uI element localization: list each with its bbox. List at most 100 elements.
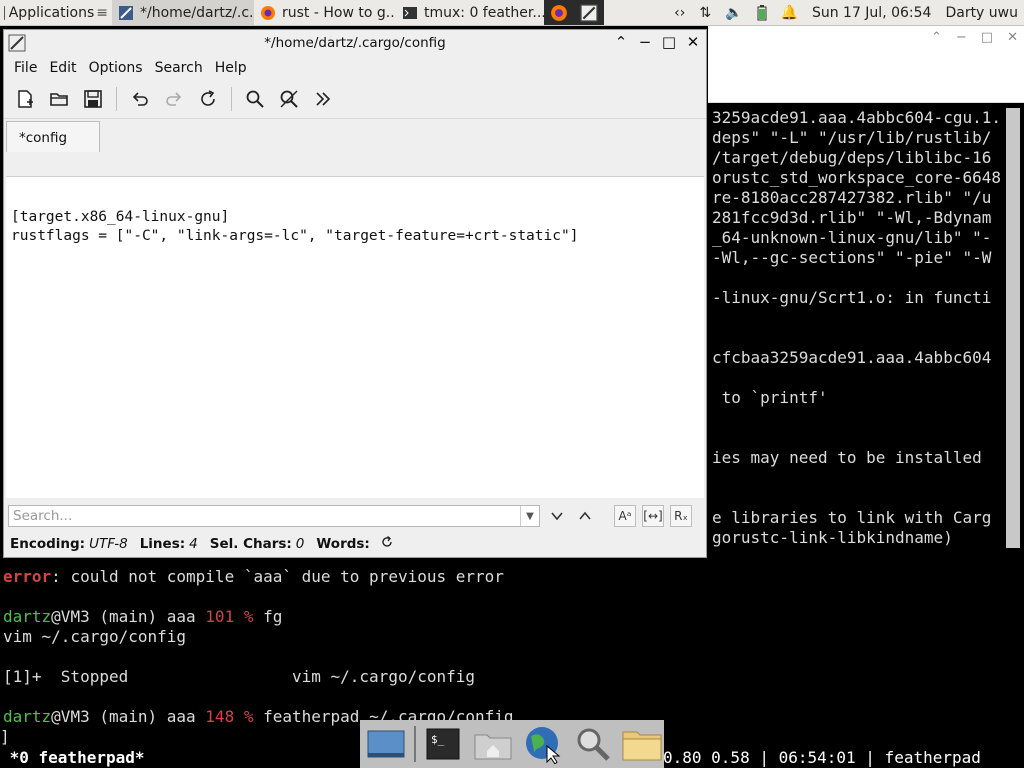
applications-logo-icon: [4, 5, 5, 20]
task-featherpad[interactable]: */home/dartz/.c...: [112, 0, 254, 25]
firefox-icon: [551, 4, 567, 21]
undo-icon: [132, 92, 148, 106]
sel-chars-value: 0: [295, 536, 305, 552]
new-file-button[interactable]: [12, 86, 38, 112]
refresh-words-button[interactable]: [380, 535, 394, 553]
dock-search[interactable]: [571, 722, 615, 766]
match-case-button[interactable]: Aᵃ: [614, 505, 636, 527]
menu-search[interactable]: Search: [149, 60, 209, 76]
open-file-button[interactable]: [46, 86, 72, 112]
dock-terminal[interactable]: $_: [422, 722, 466, 766]
user-name[interactable]: Darty uwu: [945, 5, 1018, 21]
network-icon[interactable]: ⇅: [699, 5, 711, 21]
task-terminal[interactable]: tmux: 0 feather...: [396, 0, 544, 25]
magnifier-icon: [577, 728, 610, 761]
dock-show-desktop[interactable]: [364, 722, 408, 766]
task-firefox[interactable]: rust - How to g...: [254, 0, 396, 25]
more-button[interactable]: [310, 86, 336, 112]
terminal-line: cfcbaa3259acde91.aaa.4abbc604: [712, 348, 992, 367]
firefox-icon: [261, 5, 275, 20]
notification-bell-icon[interactable]: 🔔: [781, 5, 798, 21]
featherpad-icon: [119, 5, 133, 20]
search-input[interactable]: [9, 508, 520, 524]
regex-button[interactable]: Rₓ: [670, 505, 692, 527]
launcher-featherpad[interactable]: [574, 0, 604, 25]
search-bar: ▼ Aᵃ [↔] Rₓ: [6, 501, 704, 531]
tmux-window-label[interactable]: *0 featherpad*: [0, 748, 145, 767]
top-panel: Applications ≡ */home/dartz/.c... rust -…: [0, 0, 1024, 26]
applications-menu[interactable]: Applications ≡: [0, 0, 112, 25]
minimize-icon[interactable]: −: [956, 30, 967, 45]
shade-button[interactable]: ⌃: [612, 32, 630, 52]
menu-handle-icon: ≡: [96, 4, 108, 21]
whole-word-icon: [↔]: [643, 509, 663, 523]
folder-open-icon: [50, 93, 68, 106]
window-title: */home/dartz/.cargo/config: [264, 35, 446, 51]
editor-line: rustflags = ["-C", "link-args=-lc", "tar…: [11, 228, 579, 244]
double-chevron-right-icon: [316, 92, 331, 106]
featherpad-window[interactable]: */home/dartz/.cargo/config ⌃ − □ ✕ File …: [3, 29, 707, 558]
replace-button[interactable]: [276, 86, 302, 112]
volume-icon[interactable]: 🔈: [725, 5, 742, 21]
find-button[interactable]: [242, 86, 268, 112]
network-arrows-icon[interactable]: ‹›: [674, 5, 685, 21]
featherpad-icon: [8, 34, 26, 52]
window-titlebar[interactable]: */home/dartz/.cargo/config ⌃ − □ ✕: [4, 30, 706, 56]
tmux-status-right: 0.80 0.58 | 06:54:01 | featherpad: [663, 748, 991, 767]
terminal-line: /target/debug/deps/liblibc-16: [712, 148, 992, 167]
status-bar: Encoding: UTF-8 Lines: 4 Sel. Chars: 0 W…: [6, 533, 708, 555]
menu-file[interactable]: File: [8, 60, 43, 76]
terminal-line: vim ~/.cargo/config: [3, 627, 187, 646]
terminal-line: _64-unknown-linux-gnu/lib" "-: [712, 228, 992, 247]
dock-file-manager[interactable]: [620, 722, 664, 766]
terminal-line: ies may need to be installed: [712, 448, 982, 467]
chevron-up-icon[interactable]: ⌃: [931, 30, 942, 45]
terminal-line: -linux-gnu/Scrt1.o: in functi: [712, 288, 992, 307]
terminal-icon: [403, 6, 417, 19]
system-tray: ‹› ⇅ 🔈 🔔 Sun 17 Jul, 06:54 Darty uwu: [674, 0, 1024, 25]
maximize-icon[interactable]: □: [981, 30, 993, 45]
redo-button[interactable]: [161, 86, 187, 112]
close-button[interactable]: ✕: [684, 32, 702, 52]
find-next-button[interactable]: [546, 505, 568, 527]
refresh-icon: [382, 535, 392, 547]
maximize-button[interactable]: □: [660, 32, 678, 52]
menu-help[interactable]: Help: [209, 60, 253, 76]
find-replace-icon: [280, 90, 298, 108]
reload-button[interactable]: [195, 86, 221, 112]
launcher-firefox[interactable]: [544, 0, 574, 25]
close-icon[interactable]: ✕: [1007, 30, 1018, 45]
menu-options[interactable]: Options: [83, 60, 149, 76]
save-button[interactable]: [80, 86, 106, 112]
reload-icon: [201, 90, 215, 106]
whole-word-button[interactable]: [↔]: [642, 505, 664, 527]
dock-home-folder[interactable]: [471, 722, 515, 766]
text-editor[interactable]: [target.x86_64-linux-gnu] rustflags = ["…: [6, 176, 704, 498]
chevron-down-icon: [551, 512, 563, 521]
minimize-button[interactable]: −: [636, 32, 654, 52]
terminal-line: e libraries to link with Carg: [712, 508, 992, 527]
tab-config[interactable]: *config: [6, 121, 100, 152]
dock-web-browser[interactable]: [521, 722, 565, 766]
save-icon: [84, 90, 102, 108]
chevron-up-icon: [579, 511, 591, 520]
battery-icon[interactable]: [757, 4, 767, 21]
clock[interactable]: Sun 17 Jul, 06:54: [812, 5, 932, 21]
toolbar-separator: [231, 87, 232, 111]
menu-bar: File Edit Options Search Help: [4, 56, 706, 80]
search-history-dropdown[interactable]: ▼: [520, 506, 539, 526]
find-previous-button[interactable]: [574, 505, 596, 527]
search-field: ▼: [8, 505, 540, 527]
regex-icon: Rₓ: [674, 509, 688, 523]
undo-button[interactable]: [127, 86, 153, 112]
menu-edit[interactable]: Edit: [43, 60, 82, 76]
terminal-scrollbar[interactable]: [1006, 108, 1020, 548]
terminal-icon: $_: [426, 728, 460, 760]
applications-label: Applications: [8, 4, 95, 21]
window-controls: ⌃ − □ ✕: [612, 32, 702, 52]
toolbar-separator: [116, 87, 117, 111]
globe-icon: [525, 727, 561, 764]
background-window-titlebar[interactable]: ⌃ − □ ✕: [708, 26, 1024, 50]
folder-icon: [622, 731, 662, 761]
